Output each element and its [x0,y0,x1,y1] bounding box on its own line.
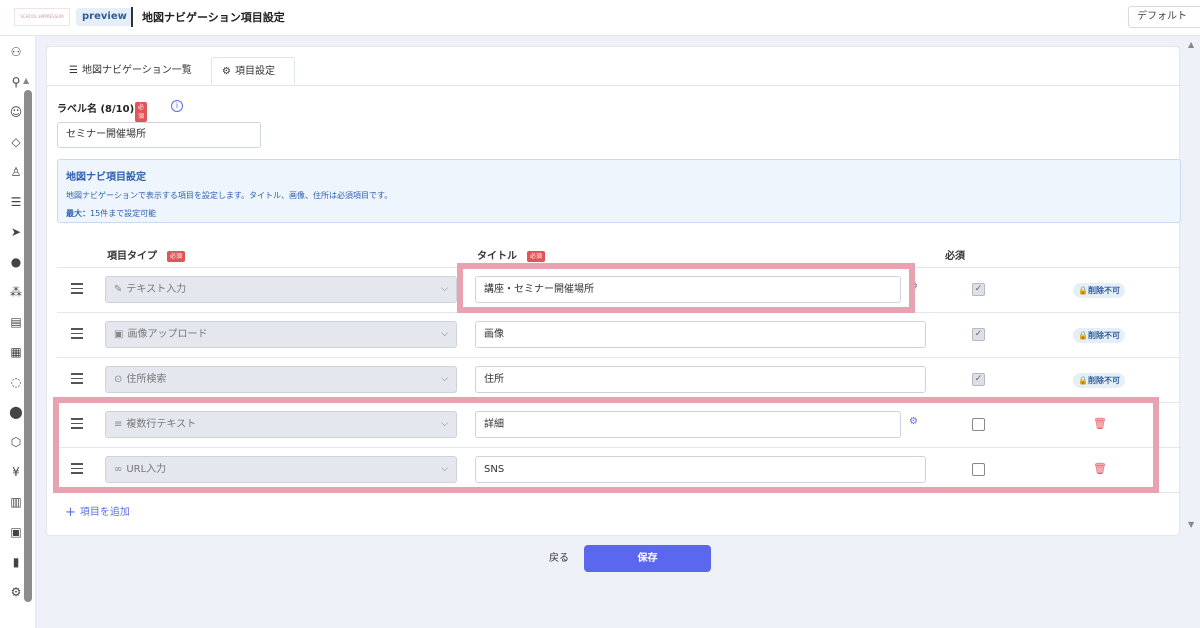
map-pin-icon[interactable]: ⬤ [6,402,26,422]
users-icon[interactable]: ⚇ [6,42,26,62]
chevron-down-icon: ⌵ [441,284,448,294]
pin-icon: ⊙ [114,374,123,385]
ticket-icon[interactable]: ◇ [6,132,26,152]
smile-icon[interactable]: ☺ [6,102,26,122]
page-scroll-up-icon[interactable]: ▲ [1188,40,1194,49]
chart-icon[interactable]: ▮ [6,552,26,572]
left-rail: ▲ ⚇ ⚲ ☺ ◇ ♙ ☰ ➤ ● ⁂ ▤ ▦ ◌ ⬤ ⬡ ¥ ▥ ▣ ▮ ⚙ … [0,36,36,628]
required-checkbox[interactable]: ✓ [972,328,985,341]
drag-handle-icon[interactable] [71,283,83,294]
flow-icon[interactable]: ⁂ [6,282,26,302]
item-type-select[interactable]: ▣ 画像アップロード ⌵ [105,321,457,348]
item-title-input[interactable]: 詳細 [475,411,901,438]
item-type-select[interactable]: ⊙ 住所検索 ⌵ [105,366,457,393]
trash-icon[interactable]: 🗑 [1093,417,1107,430]
save-button[interactable]: 保存 [584,545,711,572]
add-item-button[interactable]: + 項目を追加 [65,503,130,520]
item-type-select[interactable]: ∞ URL入力 ⌵ [105,456,457,483]
item-title-input[interactable]: 画像 [475,321,926,348]
link-icon: ∞ [114,464,123,475]
building-icon[interactable]: ▥ [6,492,26,512]
brand-logo[interactable]: SCHOOL EMPRESSUM [14,8,70,26]
table-icon[interactable]: ▤ [6,312,26,332]
info-description: 地図ナビゲーションで表示する項目を設定します。タイトル、画像、住所は必須項目です… [66,191,393,200]
required-checkbox[interactable] [972,463,985,476]
document-icon[interactable]: ▦ [6,342,26,362]
trash-icon[interactable]: 🗑 [1093,462,1107,475]
back-button[interactable]: 戻る [540,548,578,570]
lines-icon: ≡ [114,419,123,430]
not-deletable-badge: 🔒削除不可 [1073,328,1125,343]
tag-icon[interactable]: ⚲ [6,72,26,92]
label-name-input[interactable]: セミナー開催場所 [57,122,261,148]
item-settings-gear-icon[interactable]: ⚙ [909,416,918,427]
gear-icon: ⚙ [222,66,231,77]
not-deletable-badge: 🔒削除不可 [1073,373,1125,388]
info-title: 地図ナビ項目設定 [66,172,146,183]
item-title-input[interactable]: 住所 [475,366,926,393]
pencil-icon: ✎ [114,284,123,295]
info-box: 地図ナビ項目設定 地図ナビゲーションで表示する項目を設定します。タイトル、画像、… [57,159,1181,223]
default-select[interactable]: デフォルト [1128,6,1200,28]
column-header-required: 必須 [945,251,965,262]
column-header-type: 項目タイプ 必須 [107,247,186,262]
required-checkbox[interactable]: ✓ [972,283,985,296]
not-deletable-badge: 🔒削除不可 [1073,283,1125,298]
chevron-down-icon: ⌵ [441,329,448,339]
page-scroll-down-icon[interactable]: ▼ [1188,520,1194,529]
page-title: 地図ナビゲーション項目設定 [142,11,285,24]
label-name-heading: ラベル名 (8/10) 必須 [57,100,148,122]
box-icon[interactable]: ⬡ [6,432,26,452]
chevron-down-icon: ⌵ [441,374,448,384]
required-badge: 必須 [167,250,186,262]
item-settings-gear-icon[interactable]: ⚙ [909,281,918,292]
preview-badge[interactable]: preview [76,8,133,26]
header-divider [131,7,133,27]
drag-handle-icon[interactable] [71,373,83,384]
table-row: ▣ 画像アップロード ⌵ 画像 ✓ 🔒削除不可 [57,313,1181,358]
table-row: ≡ 複数行テキスト ⌵ 詳細 ⚙ 🗑 [57,403,1181,448]
comment-icon[interactable]: ◌ [6,372,26,392]
chevron-down-icon: ⌵ [441,419,448,429]
calendar-icon[interactable]: ▣ [6,522,26,542]
required-checkbox[interactable] [972,418,985,431]
app-header: SCHOOL EMPRESSUM preview 地図ナビゲーション項目設定 デ… [0,0,1200,36]
chevron-down-icon: ⌵ [441,464,448,474]
database-icon[interactable]: ☰ [6,192,26,212]
info-max: 最大：15件まで設定可能 [66,209,157,218]
drag-handle-icon[interactable] [71,418,83,429]
item-title-input[interactable]: 講座・セミナー開催場所 [475,276,901,303]
list-icon: ☰ [69,65,78,76]
table-row: ⊙ 住所検索 ⌵ 住所 ✓ 🔒削除不可 [57,358,1181,403]
settings-panel: ☰ 地図ナビゲーション一覧 ⚙ 項目設定 ラベル名 (8/10) 必須 i セミナー… [46,46,1181,536]
table-row: ✎ テキスト入力 ⌵ 講座・セミナー開催場所 ⚙ ✓ 🔒削除不可 [57,268,1181,313]
item-title-input[interactable]: SNS [475,456,926,483]
chat-icon[interactable]: ● [6,252,26,272]
tab-map-nav-list[interactable]: ☰ 地図ナビゲーション一覧 [59,57,211,85]
required-badge: 必須 [135,102,148,122]
table-row: ∞ URL入力 ⌵ SNS 🗑 [57,448,1181,493]
yen-icon[interactable]: ¥ [6,462,26,482]
drag-handle-icon[interactable] [71,463,83,474]
info-icon[interactable]: i [171,100,183,112]
tab-item-settings[interactable]: ⚙ 項目設定 [211,57,295,85]
send-icon[interactable]: ➤ [6,222,26,242]
person-icon[interactable]: ♙ [6,162,26,182]
plus-icon: + [65,505,76,520]
rail-scrollbar[interactable] [24,90,32,602]
required-badge: 必須 [527,250,546,262]
item-type-select[interactable]: ✎ テキスト入力 ⌵ [105,276,457,303]
item-type-select[interactable]: ≡ 複数行テキスト ⌵ [105,411,457,438]
image-icon: ▣ [114,329,124,340]
tab-divider [47,85,1181,86]
column-header-title: タイトル 必須 [477,247,546,262]
drag-handle-icon[interactable] [71,328,83,339]
required-checkbox[interactable]: ✓ [972,373,985,386]
settings-icon[interactable]: ⚙ [6,582,26,602]
